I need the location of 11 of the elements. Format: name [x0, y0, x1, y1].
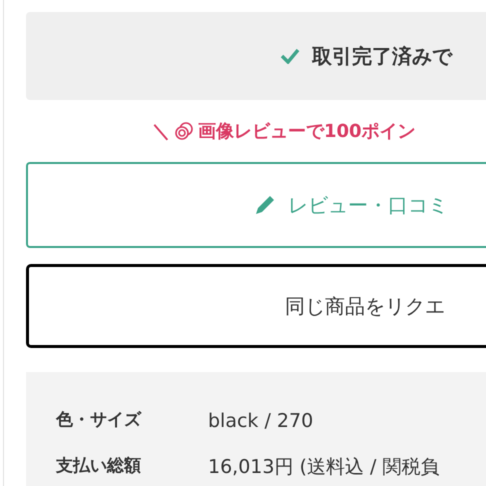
detail-label: 色・サイズ	[56, 409, 142, 432]
coins-icon	[174, 121, 194, 141]
promo-mark: ＼	[152, 120, 170, 144]
check-icon	[280, 48, 300, 64]
request-button[interactable]: 同じ商品をリクエ	[26, 264, 486, 348]
status-text: 取引完了済みで	[312, 43, 452, 70]
detail-label: 支払い総額	[56, 455, 142, 478]
pencil-icon	[254, 194, 276, 216]
detail-value: 16,013円 (送料込 / 関税負	[208, 454, 440, 480]
promo-text: 画像レビューで100ポイン	[198, 120, 416, 144]
detail-value: black / 270	[208, 408, 314, 434]
